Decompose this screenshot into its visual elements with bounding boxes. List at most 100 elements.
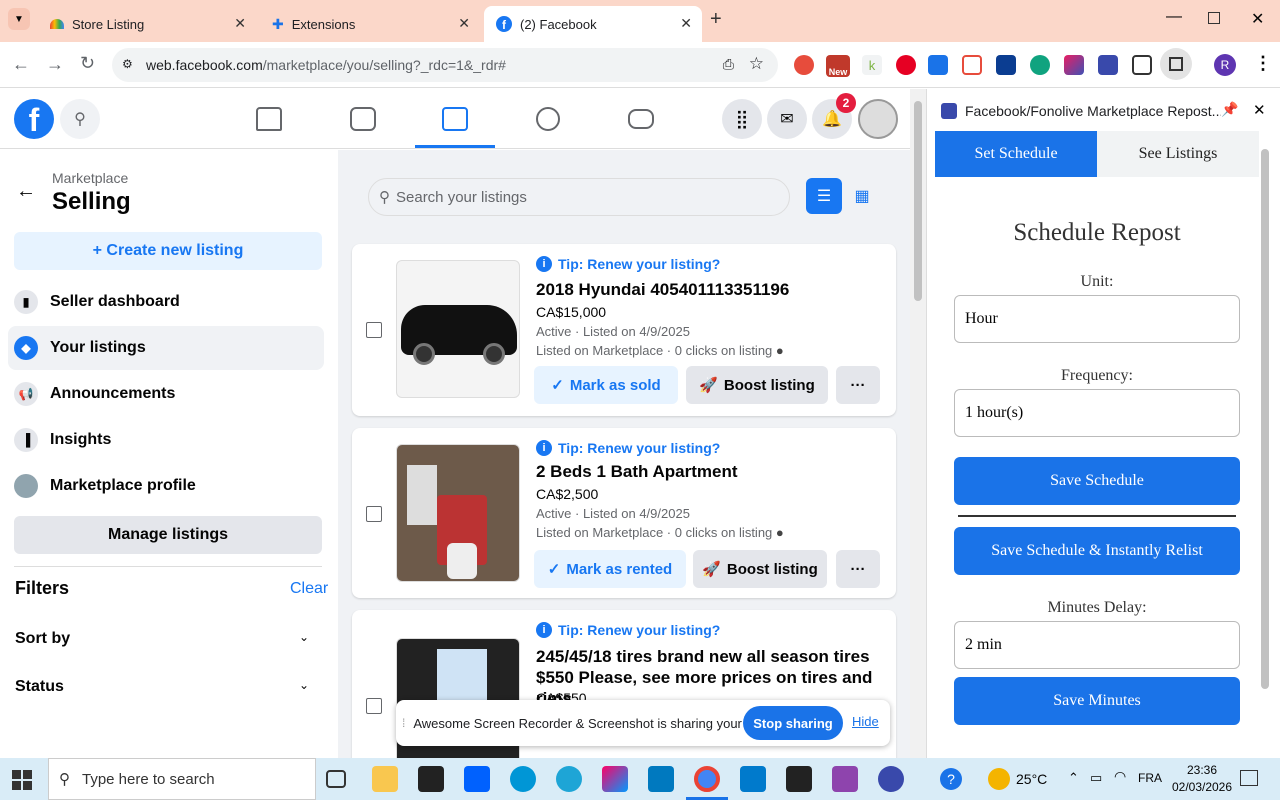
install-icon[interactable]: ⎙ bbox=[723, 56, 734, 73]
k-extension-icon[interactable]: k bbox=[862, 55, 882, 75]
extensions-puzzle-icon[interactable] bbox=[1132, 55, 1152, 75]
tab-facebook[interactable]: f (2) Facebook ✕ bbox=[484, 6, 702, 42]
chrome-icon[interactable] bbox=[694, 766, 720, 792]
address-bar[interactable]: ⚙ web.facebook.com/marketplace/you/selli… bbox=[112, 48, 778, 82]
dropbox-icon[interactable] bbox=[464, 766, 490, 792]
sort-by-dropdown[interactable]: Sort by ⌄ bbox=[15, 630, 315, 654]
listing-title[interactable]: 2 Beds 1 Bath Apartment bbox=[536, 462, 738, 482]
app-icon[interactable] bbox=[878, 766, 904, 792]
groups-icon[interactable] bbox=[536, 107, 560, 131]
mark-as-rented-button[interactable]: ✓ Mark as rented bbox=[534, 550, 686, 588]
listing-title[interactable]: 2018 Hyundai 405401113351196 bbox=[536, 280, 789, 300]
close-panel-icon[interactable]: ✕ bbox=[1253, 101, 1266, 119]
profile-avatar[interactable]: R bbox=[1214, 54, 1236, 76]
help-icon[interactable]: ? bbox=[940, 768, 962, 790]
pin-icon[interactable]: 📌 bbox=[1221, 101, 1238, 118]
back-icon[interactable]: ← bbox=[12, 54, 30, 75]
home-icon[interactable] bbox=[256, 107, 282, 131]
trello-icon[interactable] bbox=[648, 766, 674, 792]
renew-tip[interactable]: i Tip: Renew your listing? bbox=[536, 622, 720, 638]
capture-extension-icon[interactable] bbox=[962, 55, 982, 75]
close-window-icon[interactable]: ✕ bbox=[1251, 9, 1264, 29]
listing-checkbox[interactable] bbox=[366, 698, 382, 714]
sidebar-item-your-listings[interactable]: ◆ Your listings bbox=[8, 326, 324, 370]
sidebar-item-marketplace-profile[interactable]: Marketplace profile bbox=[14, 464, 330, 508]
unit-select[interactable]: Hour bbox=[954, 295, 1240, 343]
side-panel-icon[interactable] bbox=[1160, 48, 1192, 80]
save-schedule-button[interactable]: Save Schedule bbox=[954, 457, 1240, 505]
clear-filters-link[interactable]: Clear bbox=[290, 580, 328, 598]
back-arrow-icon[interactable]: ← bbox=[16, 180, 36, 203]
wifi-icon[interactable]: ◠ bbox=[1114, 768, 1126, 785]
more-options-button[interactable]: ··· bbox=[836, 550, 880, 588]
menu-grid-icon[interactable]: ⣿ bbox=[722, 99, 762, 139]
pinterest-icon[interactable] bbox=[896, 55, 916, 75]
settings-extension-icon[interactable] bbox=[928, 55, 948, 75]
search-input[interactable]: ⚲ Search your listings bbox=[368, 178, 790, 216]
create-listing-button[interactable]: + Create new listing bbox=[14, 232, 322, 270]
info-icon[interactable]: ● bbox=[776, 343, 784, 358]
marketplace-icon[interactable] bbox=[442, 107, 468, 131]
listing-checkbox[interactable] bbox=[366, 506, 382, 522]
weather-icon[interactable] bbox=[988, 768, 1010, 790]
edge-icon[interactable] bbox=[556, 766, 582, 792]
info-icon[interactable]: ● bbox=[776, 525, 784, 540]
messenger-icon[interactable]: ✉ bbox=[767, 99, 807, 139]
sidebar-item-announcements[interactable]: 📢 Announcements bbox=[14, 372, 330, 416]
windows-start-icon[interactable] bbox=[12, 770, 32, 790]
app-extension-icon[interactable] bbox=[1098, 55, 1118, 75]
frequency-select[interactable]: 1 hour(s) bbox=[954, 389, 1240, 437]
video-icon[interactable] bbox=[350, 107, 376, 131]
grid-view-button[interactable]: ▦ bbox=[844, 178, 880, 214]
chevron-up-icon[interactable]: ⌃ bbox=[1068, 770, 1079, 786]
clock[interactable]: 23:36 02/03/2026 bbox=[1170, 762, 1234, 796]
vscode-icon[interactable] bbox=[740, 766, 766, 792]
network-icon[interactable]: ▭ bbox=[1090, 770, 1102, 786]
star-icon[interactable]: ☆ bbox=[749, 54, 764, 74]
more-options-button[interactable]: ··· bbox=[836, 366, 880, 404]
facebook-logo[interactable]: f bbox=[14, 99, 54, 139]
hide-link[interactable]: Hide bbox=[852, 714, 879, 729]
close-icon[interactable]: ✕ bbox=[234, 15, 246, 32]
tab-see-listings[interactable]: See Listings bbox=[1097, 131, 1259, 177]
copilot-icon[interactable] bbox=[602, 766, 628, 792]
renew-tip[interactable]: i Tip: Renew your listing? bbox=[536, 440, 720, 456]
boost-listing-button[interactable]: 🚀 Boost listing bbox=[686, 366, 828, 404]
sidebar-item-insights[interactable]: ▐ Insights bbox=[14, 418, 330, 462]
notification-center-icon[interactable] bbox=[1240, 770, 1258, 786]
winrar-icon[interactable] bbox=[832, 766, 858, 792]
page-scrollbar[interactable] bbox=[910, 89, 926, 758]
site-info-icon[interactable]: ⚙ bbox=[122, 57, 133, 71]
boost-listing-button[interactable]: 🚀 Boost listing bbox=[693, 550, 827, 588]
listing-checkbox[interactable] bbox=[366, 322, 382, 338]
tab-set-schedule[interactable]: Set Schedule bbox=[935, 131, 1097, 177]
amazon-icon[interactable] bbox=[418, 766, 444, 792]
sidebar-item-seller-dashboard[interactable]: ▮ Seller dashboard bbox=[14, 280, 330, 324]
tab-extensions[interactable]: ✚ Extensions ✕ bbox=[260, 6, 480, 42]
close-icon[interactable]: ✕ bbox=[458, 15, 470, 32]
new-tab-icon[interactable]: + bbox=[710, 8, 722, 31]
extension-icon[interactable] bbox=[794, 55, 814, 75]
hp-icon[interactable] bbox=[510, 766, 536, 792]
gaming-icon[interactable] bbox=[628, 109, 654, 129]
restore-icon[interactable] bbox=[1208, 12, 1220, 24]
manage-listings-button[interactable]: Manage listings bbox=[14, 516, 322, 554]
temperature[interactable]: 25°C bbox=[1016, 771, 1047, 787]
minimize-icon[interactable]: — bbox=[1166, 8, 1182, 26]
close-icon[interactable]: ✕ bbox=[680, 15, 692, 32]
drag-handle-icon[interactable]: ⁞ bbox=[402, 716, 405, 730]
openai-extension-icon[interactable] bbox=[1030, 55, 1050, 75]
language-indicator[interactable]: FRA bbox=[1138, 771, 1162, 785]
listing-thumbnail[interactable] bbox=[396, 444, 520, 582]
vuejs-extension-icon[interactable] bbox=[1064, 55, 1084, 75]
forward-icon[interactable]: → bbox=[46, 54, 64, 75]
stop-sharing-button[interactable]: Stop sharing bbox=[743, 706, 843, 740]
search-icon[interactable]: ⚲ bbox=[60, 99, 100, 139]
panel-scrollbar[interactable] bbox=[1261, 149, 1269, 689]
file-explorer-icon[interactable] bbox=[372, 766, 398, 792]
react-extension-icon[interactable] bbox=[996, 55, 1016, 75]
minutes-delay-input[interactable]: 2 min bbox=[954, 621, 1240, 669]
save-and-relist-button[interactable]: Save Schedule & Instantly Relist bbox=[954, 527, 1240, 575]
news-extension-icon[interactable]: New bbox=[826, 55, 850, 77]
mark-as-sold-button[interactable]: ✓ Mark as sold bbox=[534, 366, 678, 404]
